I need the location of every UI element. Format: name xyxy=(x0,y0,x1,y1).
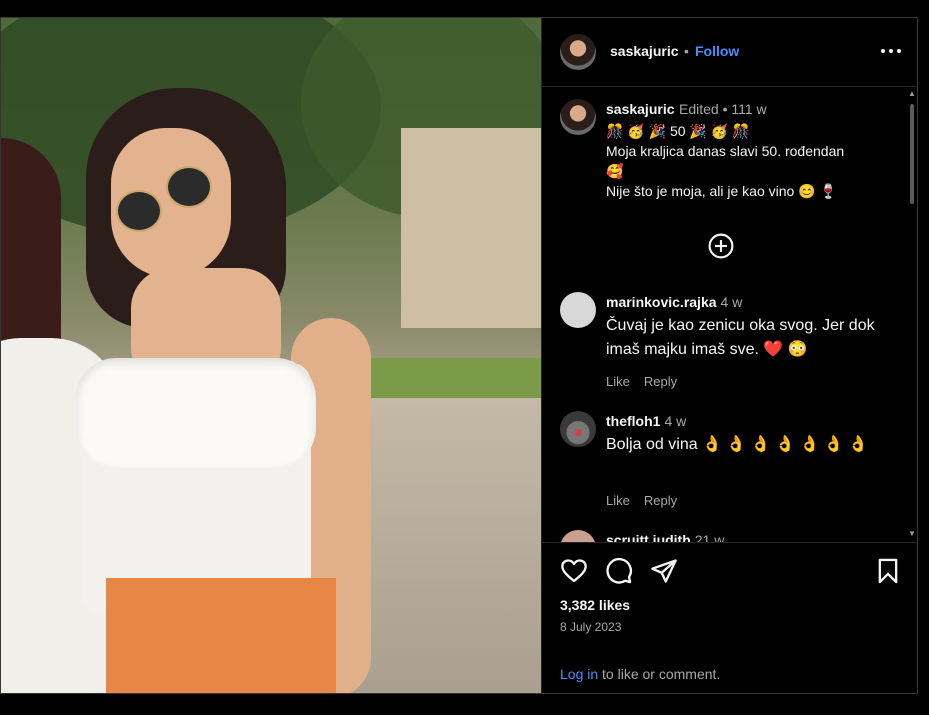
post-header: saskajuric • Follow xyxy=(542,18,917,87)
post-date[interactable]: 8 July 2023 xyxy=(560,620,621,634)
follow-button[interactable]: Follow xyxy=(695,43,739,59)
more-icon[interactable] xyxy=(879,42,903,60)
post-actions: 3,382 likes 8 July 2023 Log in to like o… xyxy=(542,542,917,693)
scroll-up-icon[interactable]: ▲ xyxy=(908,90,916,98)
comment-text: Bolja od vina 👌 👌 👌 👌 👌 👌 👌 xyxy=(606,436,869,453)
likes-count[interactable]: 3,382 likes xyxy=(560,597,630,613)
caption-meta: Edited • 111 w xyxy=(679,101,767,117)
comment-username[interactable]: marinkovic.rajka 4 w xyxy=(606,294,742,310)
post-photo[interactable] xyxy=(1,18,541,693)
comment-actions: Like Reply xyxy=(606,493,691,508)
comment-time: 21 w xyxy=(694,532,725,542)
post-modal: saskajuric • Follow saskajuric Edited • … xyxy=(0,17,918,694)
plus-circle-icon[interactable] xyxy=(708,233,734,259)
caption-line: Moja kraljica danas slavi 50. rođendan xyxy=(606,143,845,159)
comment-actions: Like Reply xyxy=(606,374,691,389)
avatar[interactable] xyxy=(560,34,596,70)
scrollbar-thumb[interactable] xyxy=(910,104,914,204)
caption-username[interactable]: saskajuric xyxy=(606,101,675,117)
avatar[interactable] xyxy=(560,99,596,135)
caption-line: Nije što je moja, ali je kao vino 😊 🍷 xyxy=(606,183,837,199)
bookmark-icon[interactable] xyxy=(874,557,902,585)
comments-scrollbar[interactable]: ▲ ▼ xyxy=(907,88,917,540)
reply-button[interactable]: Reply xyxy=(644,493,677,508)
comment-icon[interactable] xyxy=(605,557,633,585)
share-icon[interactable] xyxy=(650,557,678,585)
reply-button[interactable]: Reply xyxy=(644,374,677,389)
comment-time: 4 w xyxy=(720,294,743,310)
header-separator: • xyxy=(684,43,689,59)
avatar[interactable] xyxy=(560,530,596,542)
avatar[interactable] xyxy=(560,411,596,447)
scroll-down-icon[interactable]: ▼ xyxy=(908,530,916,538)
comment-username[interactable]: scruitt.judith 21 w xyxy=(606,532,724,542)
like-comment-button[interactable]: Like xyxy=(606,374,630,389)
login-link[interactable]: Log in xyxy=(560,666,598,682)
avatar[interactable] xyxy=(560,292,596,328)
login-prompt-text: to like or comment. xyxy=(598,666,721,682)
comment-text: Čuvaj je kao zenicu oka svog. Jer dok im… xyxy=(606,317,875,358)
comments-list[interactable]: saskajuric Edited • 111 w 🎊 🥳 🎉 50 🎉 🥳 🎊… xyxy=(542,87,917,542)
caption-line: 🎊 🥳 🎉 50 🎉 🥳 🎊 xyxy=(606,123,750,139)
heart-icon[interactable] xyxy=(560,557,588,585)
like-comment-button[interactable]: Like xyxy=(606,493,630,508)
post-sidebar: saskajuric • Follow saskajuric Edited • … xyxy=(541,18,917,693)
comment-time: 4 w xyxy=(664,413,687,429)
caption-text: 🎊 🥳 🎉 50 🎉 🥳 🎊 Moja kraljica danas slavi… xyxy=(606,121,896,201)
comment-username[interactable]: thefloh1 4 w xyxy=(606,413,686,429)
login-prompt: Log in to like or comment. xyxy=(560,666,720,682)
header-username[interactable]: saskajuric xyxy=(610,43,679,59)
caption-line: 🥰 xyxy=(606,163,624,179)
